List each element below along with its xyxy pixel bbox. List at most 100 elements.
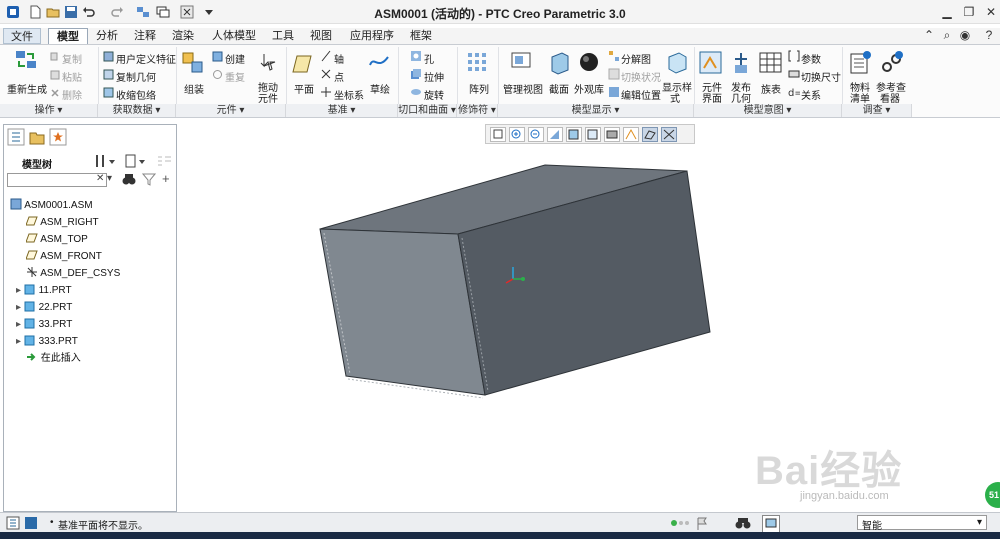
section-icon[interactable] — [549, 51, 571, 78]
help-icon[interactable]: ◉ — [958, 28, 972, 42]
model-left-face[interactable] — [319, 228, 486, 396]
binoculars-icon[interactable] — [122, 172, 136, 189]
switch-dimensions-button[interactable]: 切换尺寸 — [801, 69, 841, 84]
clear-search-icon[interactable]: ✕ — [96, 173, 104, 184]
group-investigate[interactable]: 调查 ▾ — [842, 104, 912, 117]
appearance-label[interactable]: 外观库 — [574, 81, 604, 96]
csys-button[interactable]: 坐标系 — [334, 87, 364, 102]
plane-label[interactable]: 平面 — [294, 81, 314, 96]
browser-icon[interactable] — [24, 516, 38, 533]
revolve-button[interactable]: 旋转 — [424, 87, 444, 102]
expand-icon[interactable]: ▸ — [16, 319, 21, 330]
tree-item-33-prt[interactable]: ▸ 33.PRT — [16, 317, 72, 333]
expand-icon[interactable]: ▸ — [16, 302, 21, 313]
annotation-display-icon[interactable] — [661, 127, 677, 142]
manage-views-icon[interactable] — [511, 51, 533, 78]
tree-item-asm-right[interactable]: ASM_RIGHT — [25, 215, 99, 231]
family-table-label[interactable]: 族表 — [761, 81, 781, 96]
shrinkwrap-button[interactable]: 收缩包络 — [116, 87, 156, 102]
model-tree-tab-icon[interactable] — [7, 128, 25, 149]
publish-geometry-icon[interactable] — [729, 51, 753, 78]
pattern-icon[interactable] — [466, 51, 488, 78]
view-manager-icon[interactable] — [604, 127, 620, 142]
restore-icon[interactable]: ❐ — [962, 5, 976, 19]
relations-button[interactable]: 关系 — [801, 87, 821, 102]
selection-filter-select[interactable]: 智能 ▾ — [857, 515, 987, 532]
group-get-data[interactable]: 获取数据 ▾ — [98, 104, 176, 117]
repeat-button[interactable]: 重复 — [225, 69, 245, 84]
saved-orientations-icon[interactable] — [585, 127, 601, 142]
tree-item-22-prt[interactable]: ▸ 22.PRT — [16, 300, 72, 316]
tree-item-insert-here[interactable]: 在此插入 — [26, 351, 81, 367]
group-operations[interactable]: 操作 ▾ — [0, 104, 98, 117]
group-component[interactable]: 元件 ▾ — [176, 104, 286, 117]
sketch-label[interactable]: 草绘 — [370, 81, 390, 96]
group-model-intent[interactable]: 模型意图 ▾ — [694, 104, 842, 117]
find-filter-icon[interactable] — [156, 153, 174, 172]
component-interface-label-2[interactable]: 界面 — [702, 90, 722, 105]
manage-views-label[interactable]: 管理视图 — [503, 81, 543, 96]
pattern-label[interactable]: 阵列 — [469, 81, 489, 96]
family-table-icon[interactable] — [759, 51, 783, 78]
reference-viewer-label-2[interactable]: 看器 — [880, 90, 900, 105]
delete-button[interactable]: 删除 — [62, 87, 82, 102]
tab-annotate[interactable]: 注释 — [130, 28, 160, 44]
favorites-tab-icon[interactable] — [49, 128, 67, 149]
close-icon[interactable]: ✕ — [984, 5, 998, 19]
tab-framework[interactable]: 框架 — [404, 28, 438, 44]
datum-plane-big-icon[interactable] — [291, 53, 313, 78]
search-dropdown-icon[interactable]: ▾ — [107, 173, 112, 184]
expand-icon[interactable]: ▸ — [16, 285, 21, 296]
regenerate-big-icon[interactable] — [15, 49, 37, 74]
parameters-button[interactable]: 参数 — [801, 51, 821, 66]
show-navigator-icon[interactable] — [6, 516, 20, 533]
tree-item-asm-top[interactable]: ASM_TOP — [25, 232, 88, 248]
show-icon[interactable] — [124, 153, 148, 172]
display-style-label-2[interactable]: 式 — [670, 90, 680, 105]
assemble-icon[interactable] — [181, 51, 205, 80]
folder-browser-tab-icon[interactable] — [28, 128, 46, 149]
tree-item-asm-front[interactable]: ASM_FRONT — [25, 249, 102, 265]
drag-label-2[interactable]: 元件 — [258, 90, 278, 105]
regenerate-label[interactable]: 重新生成 — [7, 81, 47, 96]
tab-model[interactable]: 模型 — [48, 28, 88, 45]
group-datum[interactable]: 基准 ▾ — [286, 104, 398, 117]
assemble-label[interactable]: 组装 — [184, 81, 204, 96]
display-style-icon[interactable] — [666, 51, 688, 78]
bom-label-2[interactable]: 清单 — [850, 90, 870, 105]
component-interface-icon[interactable] — [699, 51, 723, 78]
tree-item-333-prt[interactable]: ▸ 333.PRT — [16, 334, 78, 350]
point-button[interactable]: 点 — [334, 69, 344, 84]
collapse-ribbon-icon[interactable]: ⌃ — [922, 28, 936, 42]
tab-manikin[interactable]: 人体模型 — [206, 28, 262, 44]
tree-item-asm-def-csys[interactable]: ASM_DEF_CSYS — [26, 266, 120, 282]
tab-applications[interactable]: 应用程序 — [344, 28, 400, 44]
minimize-icon[interactable]: ▁ — [940, 5, 954, 19]
filter-icon[interactable] — [141, 172, 157, 189]
tree-item-asm[interactable]: ASM0001.ASM — [10, 198, 93, 214]
zoom-in-icon[interactable] — [509, 127, 525, 142]
group-cut-surface[interactable]: 切口和曲面 ▾ — [398, 104, 457, 117]
publish-geometry-label-2[interactable]: 几何 — [731, 90, 751, 105]
extrude-button[interactable]: 拉伸 — [424, 69, 444, 84]
refit-icon[interactable] — [490, 127, 506, 142]
group-model-display[interactable]: 模型显示 ▾ — [498, 104, 694, 117]
search-icon[interactable]: ⌕ — [940, 28, 954, 42]
tab-view[interactable]: 视图 — [306, 28, 336, 44]
settings-icon[interactable] — [94, 153, 118, 172]
datum-display-filter-icon[interactable] — [642, 127, 658, 142]
tab-render[interactable]: 渲染 — [168, 28, 198, 44]
create-button[interactable]: 创建 — [225, 51, 245, 66]
repaint-icon[interactable] — [547, 127, 563, 142]
copy-button[interactable]: 复制 — [62, 51, 82, 66]
perspective-icon[interactable] — [623, 127, 639, 142]
tab-tools[interactable]: 工具 — [268, 28, 298, 44]
section-label[interactable]: 截面 — [549, 81, 569, 96]
tree-search-input[interactable] — [7, 173, 107, 187]
reference-viewer-icon[interactable] — [881, 51, 903, 78]
drag-components-icon[interactable] — [256, 51, 278, 78]
appearance-gallery-icon[interactable] — [578, 51, 600, 78]
tree-item-11-prt[interactable]: ▸ 11.PRT — [16, 283, 72, 299]
paste-button[interactable]: 粘贴 — [62, 69, 82, 84]
edit-position-button[interactable]: 编辑位置 — [621, 87, 661, 102]
